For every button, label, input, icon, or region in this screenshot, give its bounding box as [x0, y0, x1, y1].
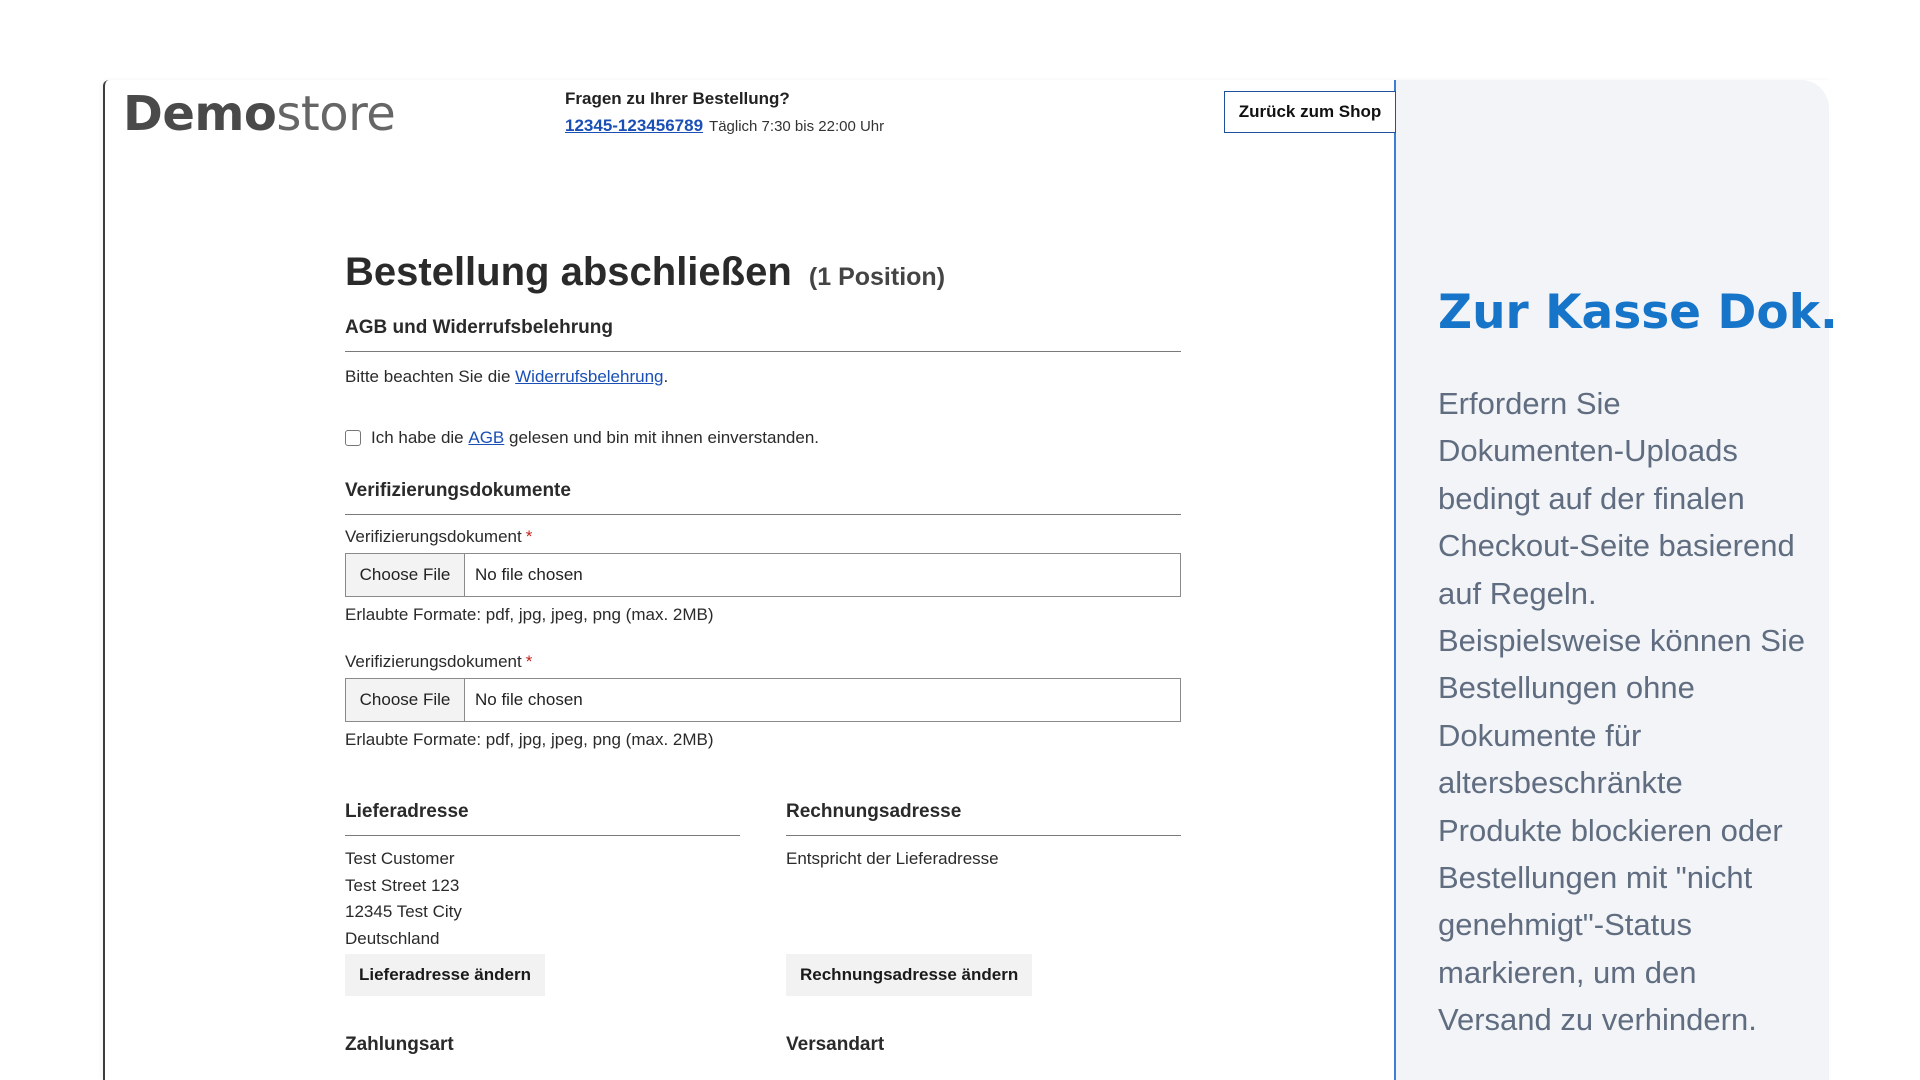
logo-bold-text: Demo: [123, 86, 277, 142]
upload-label-text: Verifizierungsdokument: [345, 652, 522, 671]
sidebar-description: Erfordern Sie Dokumenten-Uploads bedingt…: [1438, 386, 1806, 1038]
choose-file-button[interactable]: Choose File: [346, 679, 465, 721]
upload-group-1: Verifizierungsdokument * Choose File No f…: [345, 527, 1181, 626]
contact-question: Fragen zu Ihrer Bestellung?: [565, 89, 790, 108]
billing-address-heading: Rechnungsadresse: [786, 801, 1181, 836]
file-input[interactable]: Choose File No file chosen: [345, 553, 1181, 597]
billing-address-section: Rechnungsadresse Entspricht der Lieferad…: [786, 801, 1181, 996]
billing-address-text: Entspricht der Lieferadresse: [786, 849, 999, 868]
upload-label: Verifizierungsdokument *: [345, 652, 1181, 672]
shipping-address-block: Test Customer Test Street 123 12345 Test…: [345, 846, 740, 952]
sidebar-title: Zur Kasse Dok.: [1438, 285, 1838, 340]
contact-line: 12345-123456789 Täglich 7:30 bis 22:00 Uh…: [565, 116, 884, 136]
opening-hours: Täglich 7:30 bis 22:00 Uhr: [709, 118, 885, 135]
phone-link[interactable]: 12345-123456789: [565, 116, 703, 135]
change-billing-address-button[interactable]: Rechnungsadresse ändern: [786, 954, 1033, 996]
address-line: Test Customer: [345, 849, 455, 868]
terms-checkbox-suffix: gelesen und bin mit ihnen einverstanden.: [509, 428, 820, 447]
required-mark: *: [525, 527, 533, 546]
file-status: No file chosen: [475, 690, 583, 709]
address-line: Test Street 123: [345, 875, 460, 895]
choose-file-button[interactable]: Choose File: [346, 554, 465, 596]
terms-checkbox-row[interactable]: Ich habe die AGB gelesen und bin mit ihn…: [345, 428, 1181, 448]
allowed-formats-hint: Erlaubte Formate: pdf, jpg, jpeg, png (m…: [345, 605, 714, 624]
shipping-address-section: Lieferadresse Test Customer Test Street …: [345, 801, 740, 996]
address-line: Deutschland: [345, 928, 440, 948]
back-to-shop-button[interactable]: Zurück zum Shop: [1224, 91, 1396, 133]
verification-heading: Verifizierungsdokumente: [345, 480, 1181, 515]
file-input[interactable]: Choose File No file chosen: [345, 678, 1181, 722]
payment-shipping-columns: Zahlungsart Versandart: [345, 1034, 1181, 1068]
checkout-main: Bestellung abschließen (1 Position) AGB …: [345, 250, 1181, 1068]
page-title: Bestellung abschließen (1 Position): [345, 250, 1181, 295]
store-logo[interactable]: Demostore: [123, 86, 396, 142]
withdrawal-notice-prefix: Bitte beachten Sie die: [345, 367, 511, 386]
allowed-formats-hint: Erlaubte Formate: pdf, jpg, jpeg, png (m…: [345, 730, 714, 749]
logo-light-text: store: [276, 86, 396, 142]
withdrawal-notice-suffix: .: [663, 367, 669, 386]
upload-group-2: Verifizierungsdokument * Choose File No f…: [345, 652, 1181, 751]
required-mark: *: [525, 652, 533, 671]
terms-checkbox-prefix: Ich habe die: [371, 428, 464, 447]
shipping-method-section: Versandart: [786, 1034, 1181, 1068]
change-shipping-address-button[interactable]: Lieferadresse ändern: [345, 954, 545, 996]
terms-checkbox[interactable]: [345, 430, 361, 446]
address-line: 12345 Test City: [345, 902, 462, 921]
shipping-method-heading: Versandart: [786, 1034, 885, 1055]
shipping-address-heading: Lieferadresse: [345, 801, 740, 836]
position-count: (1 Position): [808, 263, 946, 291]
upload-label: Verifizierungsdokument *: [345, 527, 1181, 547]
address-columns: Lieferadresse Test Customer Test Street …: [345, 801, 1181, 996]
payment-section: Zahlungsart: [345, 1034, 740, 1068]
upload-label-text: Verifizierungsdokument: [345, 527, 522, 546]
withdrawal-link[interactable]: Widerrufsbelehrung: [515, 367, 663, 386]
page-title-text: Bestellung abschließen: [345, 250, 792, 294]
withdrawal-notice: Bitte beachten Sie die Widerrufsbelehrun…: [345, 366, 1181, 388]
terms-heading: AGB und Widerrufsbelehrung: [345, 317, 1181, 352]
agb-link[interactable]: AGB: [468, 428, 504, 448]
billing-address-block: Entspricht der Lieferadresse: [786, 846, 1181, 952]
payment-heading: Zahlungsart: [345, 1034, 454, 1055]
file-status: No file chosen: [475, 565, 583, 584]
